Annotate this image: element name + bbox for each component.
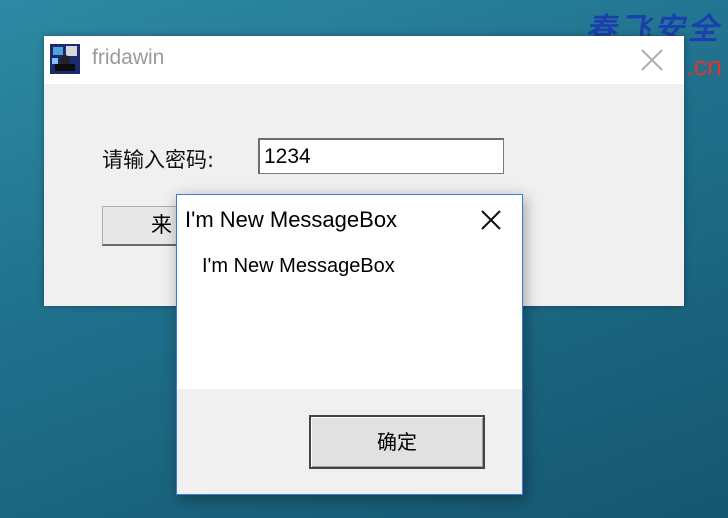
message-box-title: I'm New MessageBox	[185, 207, 398, 232]
desktop: 春飞安全 91fans.com.cn fridawin 请输入密码: 来 I'm	[0, 0, 728, 518]
close-icon[interactable]	[638, 46, 666, 74]
window-title: fridawin	[92, 46, 165, 69]
message-box-titlebar[interactable]: I'm New MessageBox	[177, 195, 522, 245]
message-box: I'm New MessageBox I'm New MessageBox 确定	[176, 194, 523, 495]
close-icon[interactable]	[478, 207, 504, 233]
password-label: 请输入密码:	[102, 148, 215, 172]
ok-button[interactable]: 确定	[309, 415, 485, 469]
message-text: I'm New MessageBox	[202, 255, 395, 277]
password-input[interactable]	[258, 138, 504, 174]
main-titlebar[interactable]: fridawin	[44, 36, 684, 84]
app-icon	[50, 44, 80, 74]
